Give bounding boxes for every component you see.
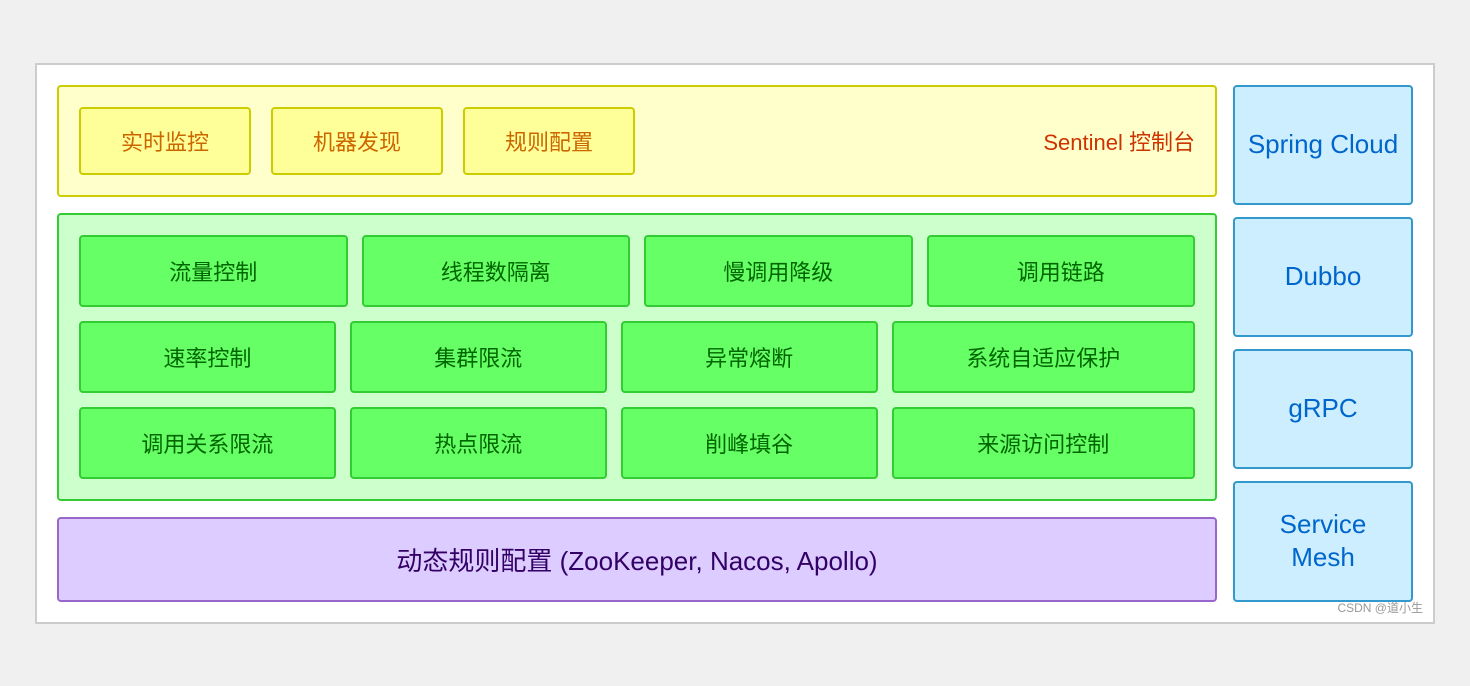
dynamic-section: 动态规则配置 (ZooKeeper, Nacos, Apollo) <box>57 517 1217 602</box>
feature-source-access: 来源访问控制 <box>892 407 1195 479</box>
sidebar-grpc: gRPC <box>1233 349 1413 469</box>
watermark: CSDN @道小生 <box>1337 599 1423 616</box>
sentinel-box-discovery: 机器发现 <box>271 107 443 175</box>
feature-peak-shaving: 削峰填谷 <box>621 407 878 479</box>
features-row-3: 调用关系限流 热点限流 削峰填谷 来源访问控制 <box>79 407 1195 479</box>
sidebar-dubbo: Dubbo <box>1233 217 1413 337</box>
feature-relation-limit: 调用关系限流 <box>79 407 336 479</box>
diagram-container: 实时监控 机器发现 规则配置 Sentinel 控制台 流量控制 线程数隔离 慢… <box>35 63 1435 624</box>
feature-exception-break: 异常熔断 <box>621 321 878 393</box>
sentinel-box-config: 规则配置 <box>463 107 635 175</box>
feature-call-chain: 调用链路 <box>927 235 1196 307</box>
sentinel-section: 实时监控 机器发现 规则配置 Sentinel 控制台 <box>57 85 1217 197</box>
sidebar-spring-cloud: Spring Cloud <box>1233 85 1413 205</box>
right-sidebar: Spring Cloud Dubbo gRPC Service Mesh <box>1233 85 1413 602</box>
sidebar-service-mesh: Service Mesh <box>1233 481 1413 601</box>
sentinel-boxes: 实时监控 机器发现 规则配置 <box>79 107 1023 175</box>
features-section: 流量控制 线程数隔离 慢调用降级 调用链路 速率控制 集群限流 异常熔断 系统自… <box>57 213 1217 501</box>
sentinel-box-monitor: 实时监控 <box>79 107 251 175</box>
sentinel-label: Sentinel 控制台 <box>1043 125 1195 157</box>
feature-cluster-limit: 集群限流 <box>350 321 607 393</box>
feature-thread-isolation: 线程数隔离 <box>362 235 631 307</box>
feature-slow-degrade: 慢调用降级 <box>644 235 913 307</box>
features-row-2: 速率控制 集群限流 异常熔断 系统自适应保护 <box>79 321 1195 393</box>
features-row-1: 流量控制 线程数隔离 慢调用降级 调用链路 <box>79 235 1195 307</box>
feature-hotspot-limit: 热点限流 <box>350 407 607 479</box>
feature-system-protect: 系统自适应保护 <box>892 321 1195 393</box>
feature-rate-control: 速率控制 <box>79 321 336 393</box>
main-area: 实时监控 机器发现 规则配置 Sentinel 控制台 流量控制 线程数隔离 慢… <box>57 85 1217 602</box>
feature-flow-control: 流量控制 <box>79 235 348 307</box>
